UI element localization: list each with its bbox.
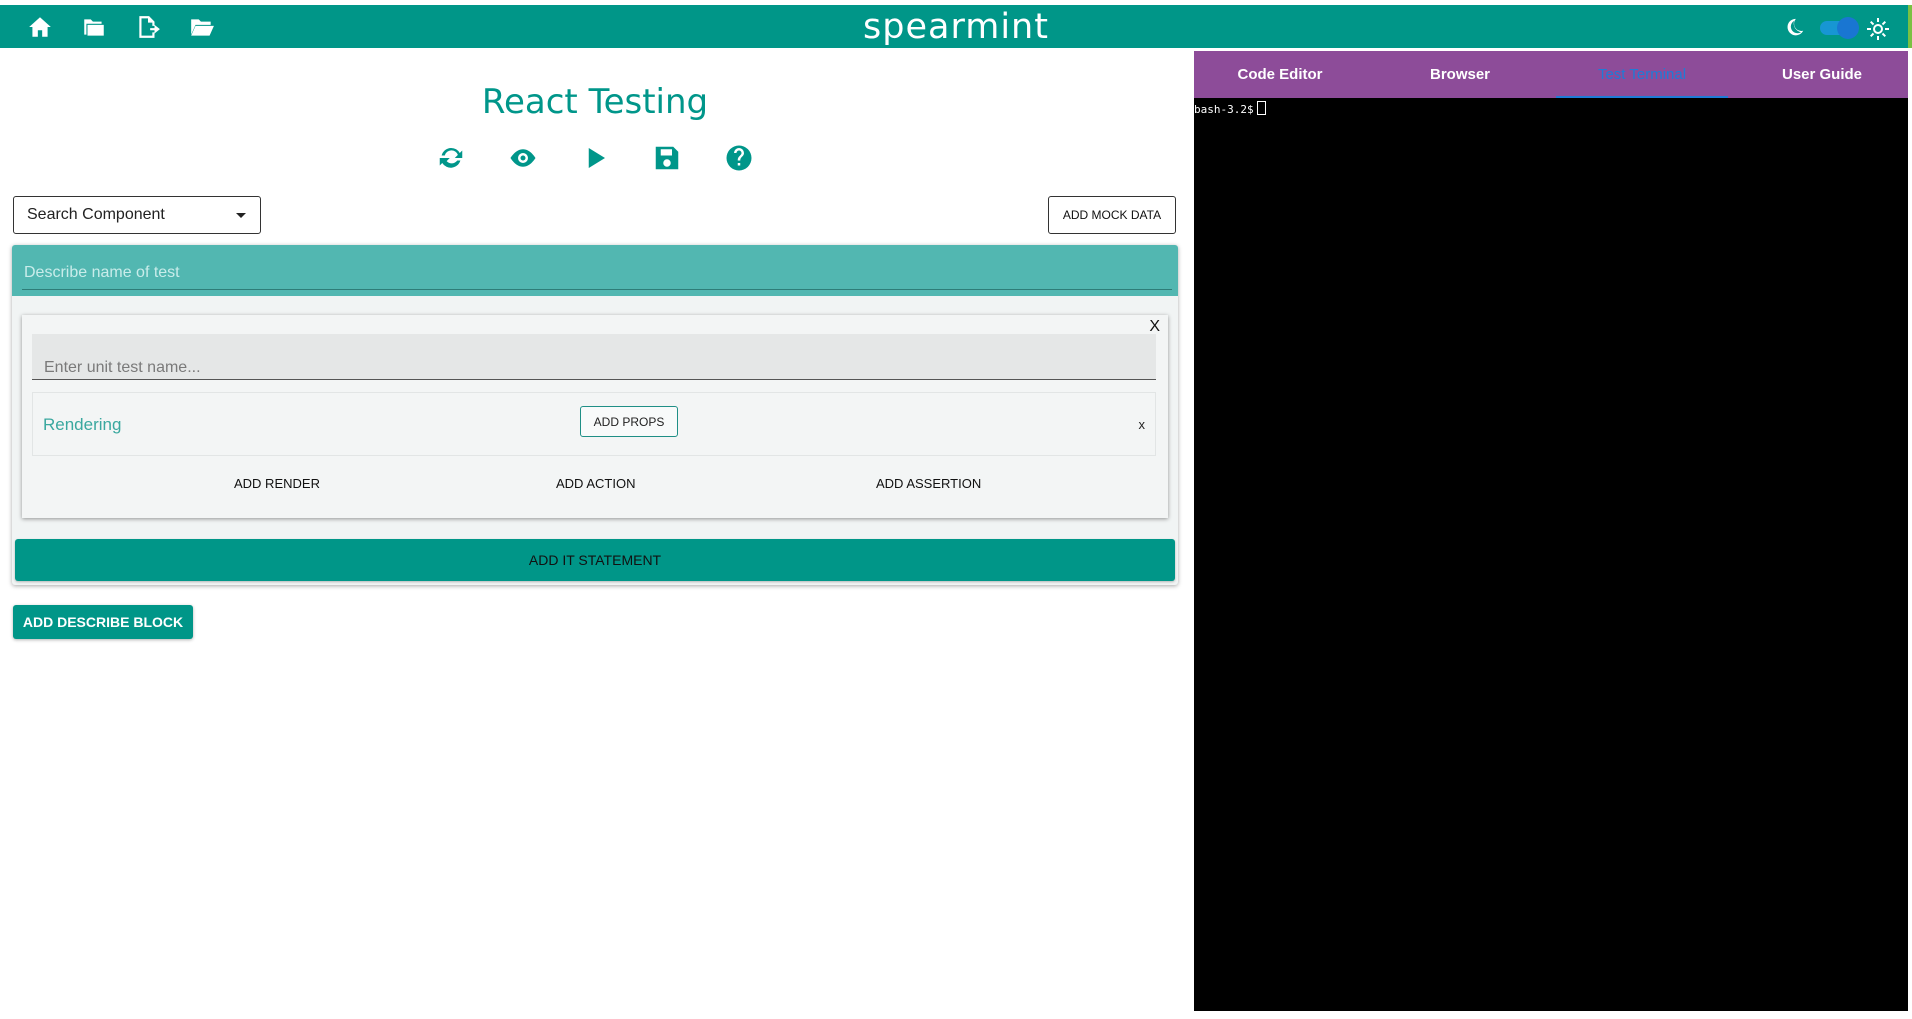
add-render-button[interactable]: ADD RENDER xyxy=(234,476,320,491)
chevron-down-icon xyxy=(236,213,246,218)
terminal-prompt-text: bash-3.2$ xyxy=(1194,103,1254,116)
tab-code-editor[interactable]: Code Editor xyxy=(1194,51,1366,98)
terminal-prompt: bash-3.2$ xyxy=(1194,101,1266,116)
rendering-label: Rendering xyxy=(43,415,122,434)
add-mock-data-button[interactable]: ADD MOCK DATA xyxy=(1048,196,1176,234)
refresh-icon[interactable] xyxy=(436,143,466,173)
add-it-statement-button[interactable]: ADD IT STATEMENT xyxy=(15,539,1175,581)
add-describe-block-button[interactable]: ADD DESCRIBE BLOCK xyxy=(13,605,193,639)
describe-header xyxy=(12,245,1178,296)
unit-test-name-input[interactable] xyxy=(32,334,1156,380)
panel-tabs: Code Editor Browser Test Terminal User G… xyxy=(1194,51,1908,98)
describe-name-input[interactable] xyxy=(22,257,1172,290)
help-icon[interactable] xyxy=(724,143,754,173)
page-title: React Testing xyxy=(481,82,709,122)
tab-user-guide[interactable]: User Guide xyxy=(1736,51,1908,98)
describe-block: X Rendering ADD PROPS x ADD RENDER ADD A… xyxy=(12,245,1178,585)
add-assertion-button[interactable]: ADD ASSERTION xyxy=(876,476,981,491)
right-panel: Code Editor Browser Test Terminal User G… xyxy=(1194,51,1908,1011)
component-select[interactable]: Search Component xyxy=(13,196,261,234)
tab-test-terminal[interactable]: Test Terminal xyxy=(1556,51,1728,98)
close-rendering-button[interactable]: x xyxy=(1139,417,1146,432)
preview-eye-icon[interactable] xyxy=(508,143,538,173)
terminal-cursor xyxy=(1256,101,1266,115)
sun-icon xyxy=(1866,17,1890,41)
run-play-icon[interactable] xyxy=(580,143,610,173)
add-action-button[interactable]: ADD ACTION xyxy=(556,476,635,491)
rendering-block: Rendering ADD PROPS x xyxy=(32,392,1156,456)
top-app-bar: spearmint xyxy=(0,5,1912,48)
terminal[interactable]: bash-3.2$ xyxy=(1194,98,1908,1011)
theme-toggle-thumb[interactable] xyxy=(1837,17,1859,39)
app-brand: spearmint xyxy=(863,7,1049,47)
add-props-button[interactable]: ADD PROPS xyxy=(580,406,678,437)
it-statement-block: X Rendering ADD PROPS x ADD RENDER ADD A… xyxy=(22,315,1168,518)
save-icon[interactable] xyxy=(652,143,682,173)
component-select-value: Search Component xyxy=(27,206,165,223)
moon-icon xyxy=(1783,17,1805,39)
tab-browser[interactable]: Browser xyxy=(1374,51,1546,98)
